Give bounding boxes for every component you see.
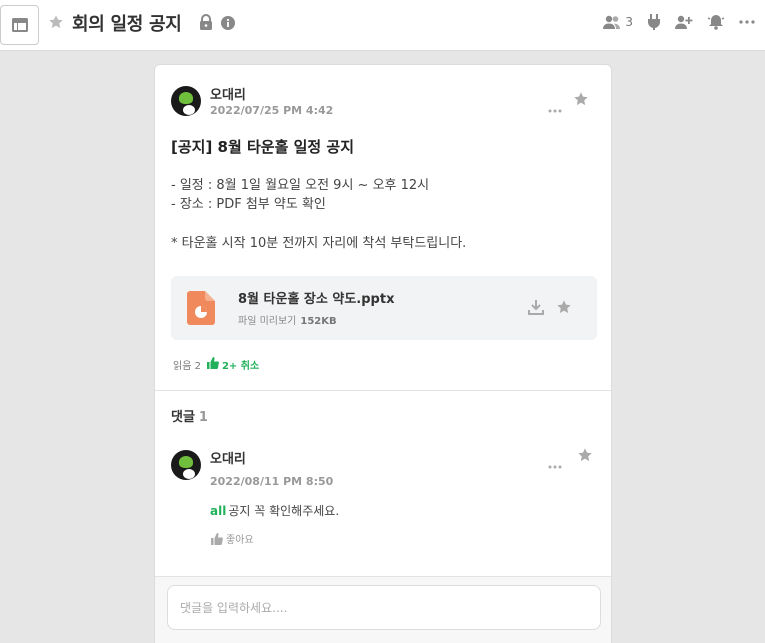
comments-count: 1: [198, 410, 208, 425]
post-author[interactable]: 오대리: [210, 84, 246, 103]
file-star-icon[interactable]: [556, 299, 572, 319]
comment-like-button[interactable]: 좋아요: [211, 531, 254, 546]
file-name[interactable]: 8월 타운홀 장소 약도.pptx: [238, 288, 394, 307]
add-member-icon[interactable]: [675, 15, 693, 29]
post-title: [공지] 8월 타운홀 일정 공지: [171, 138, 355, 156]
file-meta: 파일 미리보기 152KB: [238, 312, 337, 327]
top-actions: 3: [589, 14, 755, 30]
panel-toggle-button[interactable]: [0, 5, 39, 45]
comment-author[interactable]: 오대리: [210, 448, 246, 467]
panel-toggle-icon: [11, 18, 28, 32]
lock-icon: [199, 14, 213, 34]
comment-date: 2022/08/11 PM 8:50: [210, 475, 334, 488]
post-star-icon[interactable]: [573, 91, 589, 111]
post-more-icon[interactable]: [548, 98, 562, 117]
members-icon: [603, 15, 621, 29]
info-icon[interactable]: [221, 15, 235, 34]
comment-body: all 공지 꼭 확인해주세요.: [210, 502, 339, 519]
download-icon[interactable]: [528, 299, 544, 319]
comment-more-icon[interactable]: [548, 454, 562, 473]
mention-tag[interactable]: all: [210, 504, 226, 518]
thumbs-up-icon[interactable]: [206, 357, 219, 372]
read-like-status: 읽음 2 2+ 취소: [173, 357, 259, 372]
divider: [155, 390, 611, 391]
comments-label: 댓글: [171, 410, 195, 425]
post-line: * 타운홀 시작 10분 전까지 자리에 착석 부탁드립니다.: [171, 236, 467, 251]
page-title: 회의 일정 공지: [72, 14, 182, 35]
file-pptx-icon: [187, 291, 215, 329]
comment-avatar[interactable]: [171, 450, 201, 480]
comment-like-label: 좋아요: [226, 535, 254, 546]
like-cancel-button[interactable]: 2+ 취소: [222, 357, 259, 372]
post-date: 2022/07/25 PM 4:42: [210, 104, 334, 117]
comments-header: 댓글 1: [171, 406, 208, 425]
more-icon[interactable]: [739, 20, 755, 24]
comment-text: 공지 꼭 확인해주세요.: [228, 504, 340, 518]
file-size: 152KB: [300, 316, 337, 327]
post-line: - 장소 : PDF 첨부 약도 확인: [171, 197, 326, 212]
read-count[interactable]: 읽음 2: [173, 357, 201, 372]
attachment-card[interactable]: 8월 타운홀 장소 약도.pptx 파일 미리보기 152KB: [171, 276, 597, 340]
top-bar: 회의 일정 공지 3: [0, 0, 765, 51]
file-preview-link[interactable]: 파일 미리보기: [238, 316, 296, 327]
comment-input[interactable]: [167, 585, 601, 630]
member-count: 3: [625, 15, 633, 29]
post-card: 오대리 2022/07/25 PM 4:42 [공지] 8월 타운홀 일정 공지…: [154, 64, 612, 643]
post-body: - 일정 : 8월 1일 월요일 오전 9시 ~ 오후 12시 - 장소 : P…: [171, 176, 466, 253]
post-line: - 일정 : 8월 1일 월요일 오전 9시 ~ 오후 12시: [171, 178, 430, 193]
avatar[interactable]: [171, 86, 201, 116]
bell-icon[interactable]: [707, 14, 725, 30]
plug-icon[interactable]: [647, 14, 661, 30]
members-button[interactable]: 3: [603, 15, 633, 29]
comment-input-area: [155, 576, 611, 643]
comment-star-icon[interactable]: [577, 447, 593, 467]
thumbs-up-icon: [211, 532, 223, 545]
favorite-star-icon[interactable]: [48, 14, 64, 34]
